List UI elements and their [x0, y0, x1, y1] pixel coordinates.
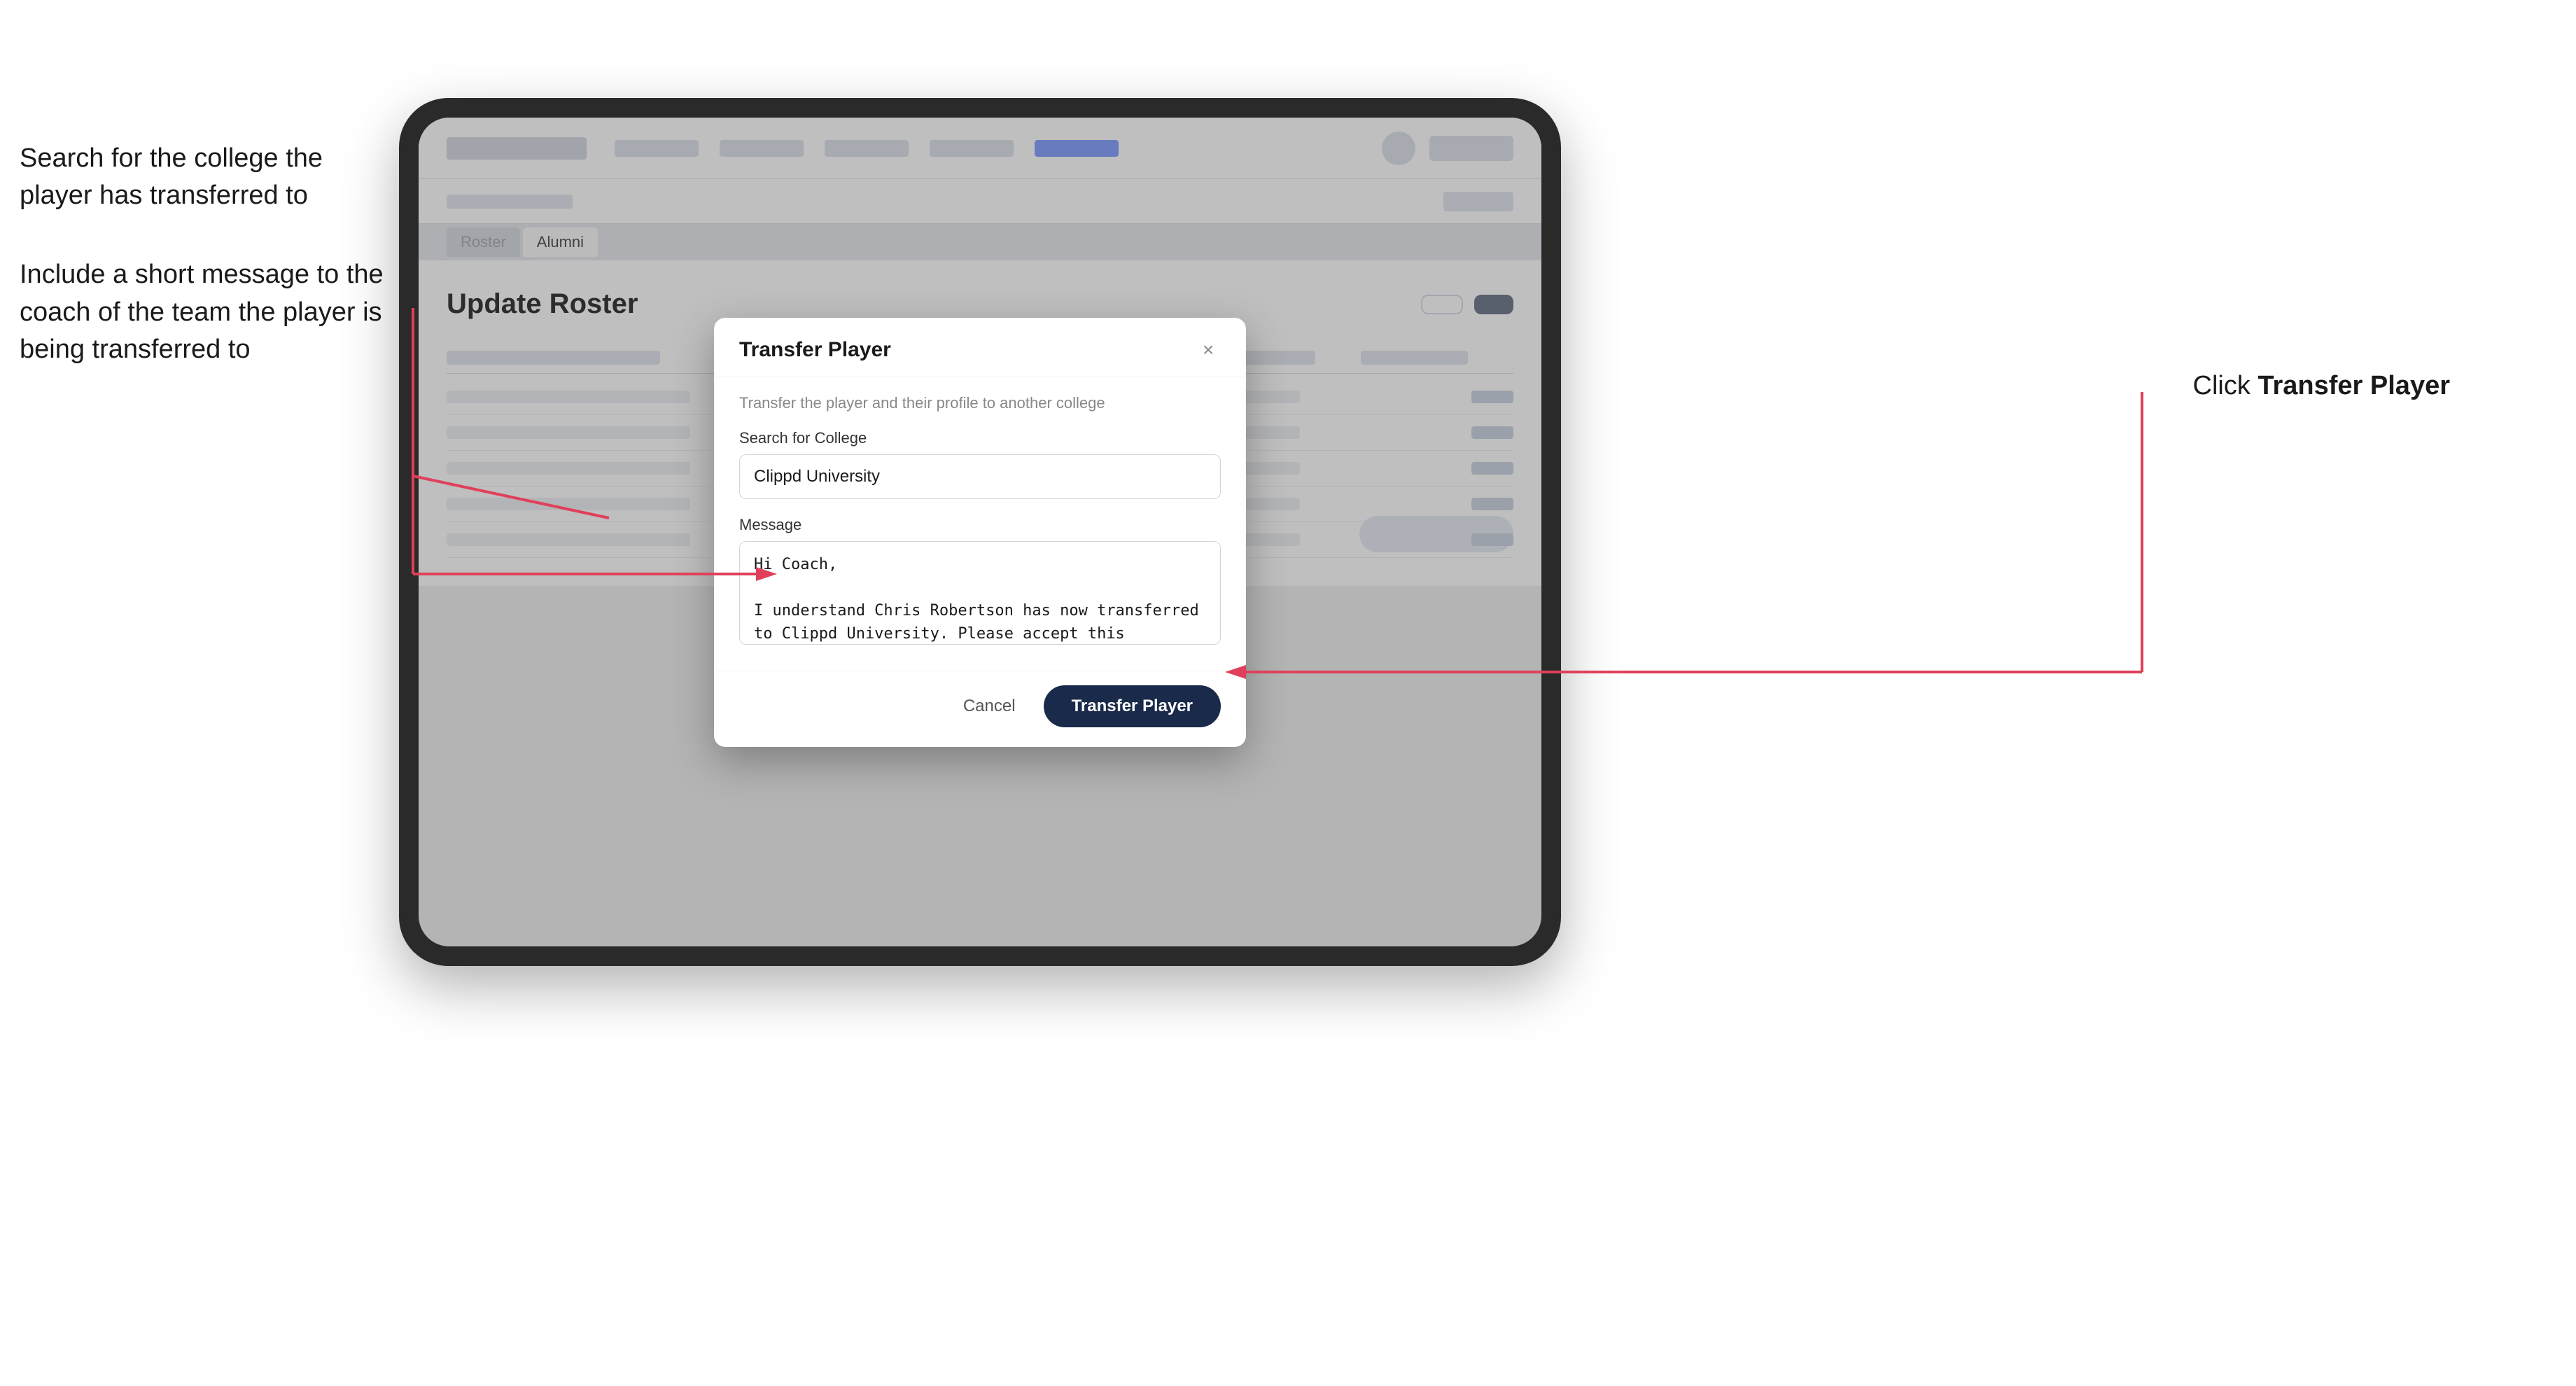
modal-subtitle: Transfer the player and their profile to… — [739, 394, 1221, 412]
message-label: Message — [739, 516, 1221, 534]
annotation-transfer-label: Transfer Player — [2258, 371, 2450, 400]
message-textarea[interactable]: Hi Coach, I understand Chris Robertson h… — [739, 541, 1221, 645]
modal-overlay: Transfer Player × Transfer the player an… — [419, 118, 1541, 946]
modal-title: Transfer Player — [739, 338, 891, 362]
annotation-search: Search for the college the player has tr… — [20, 140, 384, 214]
left-annotations: Search for the college the player has tr… — [20, 140, 384, 410]
modal-body: Transfer the player and their profile to… — [714, 377, 1246, 671]
transfer-player-modal: Transfer Player × Transfer the player an… — [714, 318, 1246, 747]
college-label: Search for College — [739, 429, 1221, 447]
cancel-button[interactable]: Cancel — [949, 688, 1030, 724]
college-search-input[interactable] — [739, 454, 1221, 499]
annotation-click-label: Click — [2193, 371, 2250, 400]
tablet-device: Roster Alumni Update Roster — [399, 98, 1561, 966]
tablet-screen: Roster Alumni Update Roster — [419, 118, 1541, 946]
modal-header: Transfer Player × — [714, 318, 1246, 377]
annotation-message: Include a short message to the coach of … — [20, 256, 384, 368]
transfer-player-button[interactable]: Transfer Player — [1044, 685, 1221, 727]
modal-close-button[interactable]: × — [1196, 337, 1221, 363]
right-annotation: Click Transfer Player — [2193, 371, 2451, 401]
modal-footer: Cancel Transfer Player — [714, 671, 1246, 747]
